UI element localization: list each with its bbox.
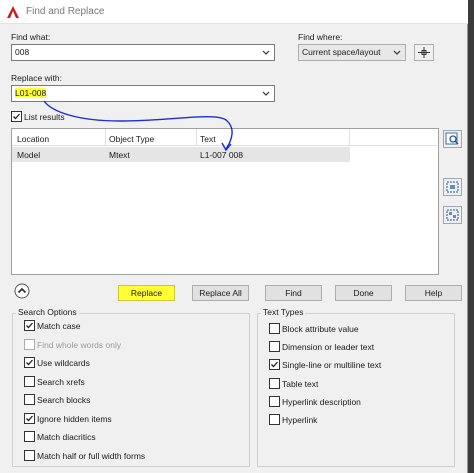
title-bar[interactable]: Find and Replace: [0, 0, 468, 24]
select-objects-button[interactable]: [414, 44, 434, 61]
collapse-options-icon[interactable]: [14, 283, 30, 299]
replace-with-combo[interactable]: L01-008: [11, 85, 275, 102]
search-option-label: Use wildcards: [37, 358, 90, 368]
find-where-label: Find where:: [298, 32, 343, 42]
search-option-checkbox[interactable]: [24, 431, 35, 442]
replace-with-label: Replace with:: [11, 73, 63, 83]
search-option-label: Search xrefs: [37, 376, 85, 387]
replace-with-value: L01-008: [15, 88, 47, 98]
chevron-down-icon: [262, 50, 270, 55]
chevron-down-icon: [262, 91, 270, 96]
magnifier-icon: [445, 132, 459, 145]
search-options-group: [12, 313, 250, 467]
row-text: L1-007 008: [200, 150, 244, 160]
text-types-group: [257, 313, 455, 467]
find-what-label: Find what:: [11, 32, 51, 42]
text-type-label: Single-line or multiline text: [282, 360, 382, 371]
text-type-checkbox[interactable]: [269, 414, 280, 425]
results-header: Location Object Type Text: [12, 129, 438, 146]
text-types-title: Text Types: [261, 307, 306, 317]
find-replace-dialog: Find and Replace Find what: 008 Find whe…: [0, 0, 468, 473]
zoom-to-button[interactable]: [443, 130, 462, 148]
find-button[interactable]: Find: [265, 285, 322, 301]
search-option-label: Match diacritics: [37, 432, 96, 442]
crosshair-icon: [418, 47, 430, 58]
selection-set-icon: [446, 181, 459, 193]
checkmark-icon: [26, 359, 33, 366]
create-selection-set-button[interactable]: [443, 178, 462, 196]
search-option-label: Match half or full width forms: [37, 450, 146, 461]
search-option-checkbox[interactable]: [24, 320, 35, 331]
search-option-checkbox[interactable]: [24, 338, 35, 350]
search-option-label: Ignore hidden items: [37, 413, 112, 424]
text-type-label: Table text: [282, 378, 319, 389]
search-option-checkbox[interactable]: [24, 449, 35, 461]
window-title: Find and Replace: [26, 6, 105, 17]
find-where-select[interactable]: Current space/layout: [298, 44, 406, 61]
text-type-checkbox[interactable]: [269, 323, 280, 334]
table-row[interactable]: Model Mtext L1-007 008: [12, 147, 350, 162]
chevron-down-icon: [393, 50, 401, 55]
row-location: Model: [17, 150, 41, 160]
help-button[interactable]: Help: [405, 285, 462, 301]
text-type-label: Hyperlink description: [282, 396, 361, 407]
row-object-type: Mtext: [109, 150, 130, 160]
column-header-location[interactable]: Location: [17, 134, 49, 144]
checkmark-icon: [26, 322, 33, 329]
list-results-checkbox[interactable]: [11, 111, 22, 122]
column-header-object-type[interactable]: Object Type: [109, 134, 154, 144]
done-button[interactable]: Done: [335, 285, 392, 301]
text-type-label: Dimension or leader text: [282, 342, 375, 353]
checkmark-icon: [271, 361, 278, 368]
text-type-checkbox[interactable]: [269, 341, 280, 353]
selection-set-highlighted-icon: [446, 209, 459, 221]
autocad-logo-icon: [7, 6, 19, 18]
find-what-combo[interactable]: 008: [11, 44, 275, 61]
find-where-value: Current space/layout: [302, 47, 381, 57]
text-type-label: Hyperlink: [282, 415, 318, 425]
search-option-label: Search blocks: [37, 395, 91, 405]
list-results-label: List results: [24, 112, 65, 122]
search-option-checkbox[interactable]: [24, 375, 35, 387]
search-option-checkbox[interactable]: [24, 412, 35, 424]
search-options-title: Search Options: [16, 307, 79, 317]
text-type-checkbox[interactable]: [269, 359, 280, 371]
checkmark-icon: [26, 415, 33, 421]
checkmark-icon: [13, 113, 20, 120]
search-option-label: Match case: [37, 321, 81, 331]
search-option-checkbox[interactable]: [24, 394, 35, 405]
replace-button[interactable]: Replace: [118, 285, 175, 301]
results-table[interactable]: Location Object Type Text Model Mtext L1…: [11, 128, 439, 275]
search-option-checkbox[interactable]: [24, 357, 35, 368]
text-type-label: Block attribute value: [282, 324, 359, 334]
find-what-value: 008: [15, 47, 30, 57]
text-type-checkbox[interactable]: [269, 395, 280, 407]
column-header-text[interactable]: Text: [200, 134, 216, 144]
text-type-checkbox[interactable]: [269, 377, 280, 389]
replace-all-button[interactable]: Replace All: [192, 285, 249, 301]
create-selection-set-highlighted-button[interactable]: [443, 206, 462, 224]
search-option-label: Find whole words only: [37, 339, 122, 350]
